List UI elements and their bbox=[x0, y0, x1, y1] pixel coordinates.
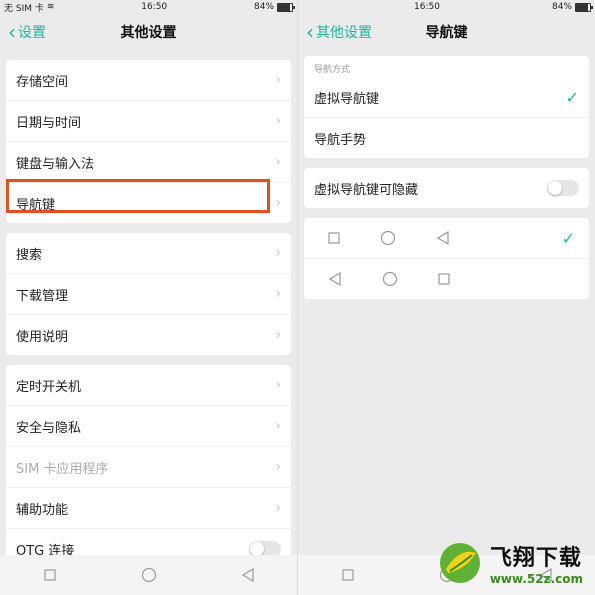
option-label: 导航手势 bbox=[314, 132, 367, 148]
chevron-right-icon: › bbox=[275, 195, 281, 211]
settings-item-navkeys[interactable]: 导航键 › bbox=[6, 183, 291, 223]
circle-icon bbox=[141, 567, 156, 583]
system-nav-bar bbox=[0, 555, 297, 595]
chevron-right-icon: › bbox=[275, 286, 281, 302]
item-label: 辅助功能 bbox=[16, 502, 69, 518]
settings-item-downloads[interactable]: 下载管理 › bbox=[6, 274, 291, 315]
circle-icon bbox=[382, 271, 398, 287]
chevron-right-icon: › bbox=[275, 377, 281, 393]
back-label: 其他设置 bbox=[316, 25, 372, 41]
status-left: 无 SIM 卡 ≋ bbox=[4, 1, 54, 14]
triangle-back-icon bbox=[436, 231, 449, 245]
watermark-url: www.52z.com bbox=[489, 572, 583, 586]
settings-item-storage[interactable]: 存储空间 › bbox=[6, 60, 291, 101]
triangle-back-icon bbox=[241, 568, 254, 582]
settings-item-keyboard[interactable]: 键盘与输入法 › bbox=[6, 142, 291, 183]
settings-item-search[interactable]: 搜索 › bbox=[6, 233, 291, 274]
layout-group: ✓ bbox=[304, 218, 589, 299]
watermark-logo: 飞翔下载 www.52z.com bbox=[436, 539, 583, 587]
status-right: 84% bbox=[253, 2, 295, 12]
leaf-logo-icon bbox=[439, 543, 480, 583]
option-virtual-keys[interactable]: 虚拟导航键 ✓ bbox=[304, 77, 589, 118]
carrier-text: 无 SIM 卡 bbox=[4, 3, 44, 14]
option-gestures[interactable]: 导航手势 bbox=[304, 118, 589, 158]
home-button[interactable] bbox=[139, 565, 159, 585]
chevron-right-icon: › bbox=[275, 418, 281, 434]
settings-group-2: 搜索 › 下载管理 › 使用说明 › bbox=[6, 233, 291, 355]
battery-percent: 84% bbox=[253, 2, 274, 12]
settings-group-3: 定时开关机 › 安全与隐私 › SIM 卡应用程序 › 辅助功能 › OTG 连… bbox=[6, 365, 291, 569]
chevron-right-icon: › bbox=[275, 113, 281, 129]
back-label: 设置 bbox=[18, 25, 46, 41]
wifi-icon: ≋ bbox=[46, 2, 55, 12]
square-icon bbox=[341, 569, 354, 581]
item-label: 安全与隐私 bbox=[16, 420, 82, 436]
watermark-title: 飞翔下载 bbox=[489, 546, 582, 571]
nav-mode-group: 导航方式 虚拟导航键 ✓ 导航手势 bbox=[304, 56, 589, 158]
app-root: 无 SIM 卡 ≋ 16:50 84% ‹ 设置 其他设置 存储空间 › 日期与… bbox=[0, 0, 595, 595]
nav-bar: ‹ 其他设置 导航键 bbox=[298, 14, 595, 50]
settings-item-accessibility[interactable]: 辅助功能 › bbox=[6, 488, 291, 529]
setting-label: 虚拟导航键可隐藏 bbox=[314, 182, 419, 198]
layout-icons bbox=[328, 271, 450, 287]
chevron-right-icon: › bbox=[275, 154, 281, 170]
status-bar: 无 SIM 卡 ≋ 16:50 84% bbox=[0, 0, 297, 14]
settings-item-schedule-power[interactable]: 定时开关机 › bbox=[6, 365, 291, 406]
section-label: 导航方式 bbox=[314, 65, 351, 75]
layout-option-2[interactable] bbox=[304, 259, 589, 299]
item-label: 键盘与输入法 bbox=[16, 156, 95, 172]
battery-percent: 84% bbox=[551, 2, 572, 12]
layout-option-1[interactable]: ✓ bbox=[304, 218, 589, 259]
layout-icons bbox=[328, 230, 450, 246]
square-icon bbox=[438, 273, 450, 285]
setting-hide-virtual-keys: 虚拟导航键可隐藏 bbox=[304, 168, 589, 208]
option-label: 虚拟导航键 bbox=[314, 91, 380, 107]
hide-keys-toggle[interactable] bbox=[547, 180, 579, 196]
chevron-right-icon: › bbox=[275, 500, 281, 516]
item-label: 日期与时间 bbox=[16, 115, 82, 131]
item-label: 下载管理 bbox=[16, 288, 69, 304]
square-icon bbox=[328, 232, 340, 244]
item-label: 定时开关机 bbox=[16, 379, 82, 395]
chevron-right-icon: › bbox=[275, 245, 281, 261]
settings-item-datetime[interactable]: 日期与时间 › bbox=[6, 101, 291, 142]
settings-item-manual[interactable]: 使用说明 › bbox=[6, 315, 291, 355]
left-panel: 无 SIM 卡 ≋ 16:50 84% ‹ 设置 其他设置 存储空间 › 日期与… bbox=[0, 0, 298, 595]
back-nav-button[interactable] bbox=[238, 565, 258, 585]
recent-apps-button[interactable] bbox=[338, 565, 358, 585]
nav-bar: ‹ 设置 其他设置 bbox=[0, 14, 297, 50]
circle-icon bbox=[380, 230, 396, 246]
watermark-text: 飞翔下载 www.52z.com bbox=[490, 540, 583, 586]
status-right: 84% bbox=[551, 2, 593, 12]
item-label: 导航键 bbox=[16, 197, 56, 213]
settings-item-security[interactable]: 安全与隐私 › bbox=[6, 406, 291, 447]
hide-toggle-group: 虚拟导航键可隐藏 bbox=[304, 168, 589, 208]
page-title: 导航键 bbox=[425, 25, 468, 41]
back-chevron-icon: ‹ bbox=[8, 20, 16, 44]
battery-icon bbox=[276, 2, 295, 12]
back-chevron-icon: ‹ bbox=[306, 20, 314, 44]
chevron-right-icon: › bbox=[275, 72, 281, 88]
item-label: 使用说明 bbox=[16, 329, 69, 345]
check-icon: ✓ bbox=[565, 87, 579, 107]
recent-apps-button[interactable] bbox=[40, 565, 60, 585]
battery-icon bbox=[574, 2, 593, 12]
status-time: 16:50 bbox=[141, 2, 168, 12]
triangle-back-icon bbox=[328, 272, 341, 286]
item-label: 存储空间 bbox=[16, 74, 69, 90]
square-icon bbox=[43, 569, 56, 581]
status-bar: 16:50 84% bbox=[298, 0, 595, 14]
chevron-right-icon: › bbox=[275, 327, 281, 343]
settings-group-1: 存储空间 › 日期与时间 › 键盘与输入法 › 导航键 › bbox=[6, 60, 291, 223]
chevron-right-icon: › bbox=[275, 459, 281, 475]
back-button[interactable]: ‹ 其他设置 bbox=[306, 22, 372, 42]
right-panel: 16:50 84% ‹ 其他设置 导航键 导航方式 虚拟导航键 ✓ 导航手势 虚… bbox=[298, 0, 595, 595]
item-label: SIM 卡应用程序 bbox=[16, 461, 109, 477]
check-icon: ✓ bbox=[561, 228, 575, 248]
status-time: 16:50 bbox=[414, 2, 440, 12]
settings-item-sim-apps: SIM 卡应用程序 › bbox=[6, 447, 291, 488]
item-label: 搜索 bbox=[16, 247, 43, 263]
page-title: 其他设置 bbox=[120, 25, 177, 41]
back-button[interactable]: ‹ 设置 bbox=[8, 22, 46, 42]
